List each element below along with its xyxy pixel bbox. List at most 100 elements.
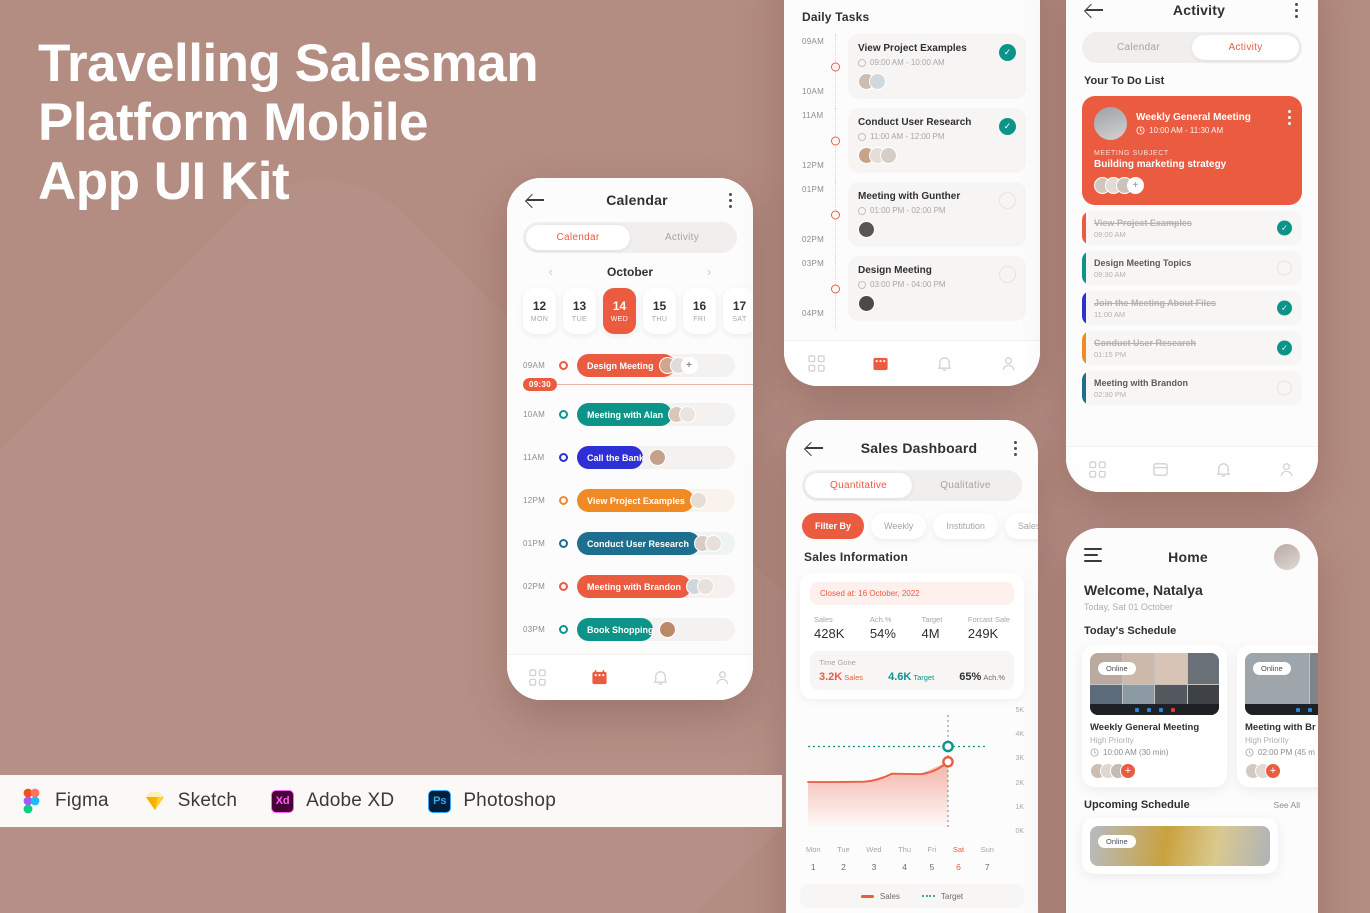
next-month-icon[interactable]: › xyxy=(707,264,711,279)
task-status-todo-icon[interactable] xyxy=(999,266,1016,283)
todo-status-done-icon[interactable]: ✓ xyxy=(1277,220,1292,236)
date-chip-selected[interactable]: 14 WED xyxy=(603,288,636,334)
agenda-row[interactable]: 10AM Meeting with Alan xyxy=(507,393,753,436)
x-tick: Wed 3 xyxy=(866,845,882,872)
task-row[interactable]: 01PM 02PM Meeting with Gunther 01:00 PM … xyxy=(798,182,1026,256)
more-icon[interactable] xyxy=(1294,2,1298,18)
todo-color-bar xyxy=(1082,251,1086,285)
task-card[interactable]: Design Meeting 03:00 PM - 04:00 PM xyxy=(848,256,1026,321)
todo-item[interactable]: View Project Examples 09:00 AM ✓ xyxy=(1082,211,1302,245)
todo-status-todo-icon[interactable] xyxy=(1277,380,1292,396)
tab-activity[interactable]: Activity xyxy=(630,225,734,250)
calendar-icon[interactable] xyxy=(872,355,889,372)
agenda-avatars xyxy=(689,492,707,509)
todo-item[interactable]: Join the Meeting About Files 11:00 AM ✓ xyxy=(1082,291,1302,325)
agenda-row[interactable]: 11AM Call the Bank xyxy=(507,436,753,479)
task-status-todo-icon[interactable] xyxy=(999,192,1016,209)
task-status-done-icon[interactable]: ✓ xyxy=(999,118,1016,135)
todo-item[interactable]: Meeting with Brandon 02:30 PM xyxy=(1082,371,1302,405)
bell-icon[interactable] xyxy=(652,669,669,686)
meeting-card[interactable]: Online Meeting with Br High Priority 02:… xyxy=(1237,645,1318,787)
schedule-cards[interactable]: Online Weekly General Meeting High Prior… xyxy=(1066,637,1318,787)
task-row[interactable]: 03PM 04PM Design Meeting 03:00 PM - 04:0… xyxy=(798,256,1026,330)
chip-sales[interactable]: Sales xyxy=(1004,513,1038,539)
more-icon[interactable] xyxy=(1014,440,1018,456)
task-card[interactable]: View Project Examples 09:00 AM - 10:00 A… xyxy=(848,34,1026,99)
see-all-link[interactable]: See All xyxy=(1274,800,1300,810)
task-meta: 11:00 AM - 12:00 PM xyxy=(858,132,1016,141)
chip-filter-by[interactable]: Filter By xyxy=(802,513,865,539)
agenda-pill[interactable]: View Project Examples xyxy=(577,489,707,512)
task-status-done-icon[interactable]: ✓ xyxy=(999,44,1016,61)
tab-qualitative[interactable]: Qualitative xyxy=(912,473,1019,498)
bell-icon[interactable] xyxy=(1215,461,1232,478)
upcoming-card[interactable]: Online xyxy=(1082,818,1278,874)
grid-icon[interactable] xyxy=(1089,461,1106,478)
date-chip[interactable]: 17 SAT xyxy=(723,288,753,334)
agenda-pill[interactable]: Meeting with Brandon xyxy=(577,575,714,598)
prev-month-icon[interactable]: ‹ xyxy=(549,264,553,279)
date-chip[interactable]: 13 TUE xyxy=(563,288,596,334)
avatar-add-icon[interactable]: + xyxy=(680,357,698,374)
person-icon[interactable] xyxy=(1000,355,1017,372)
agenda-pill[interactable]: Conduct User Research xyxy=(577,532,723,555)
more-icon[interactable] xyxy=(729,192,733,208)
task-row[interactable]: 09AM 10AM View Project Examples 09:00 AM… xyxy=(798,34,1026,108)
back-icon[interactable] xyxy=(806,441,824,455)
tg-suffix: Target xyxy=(913,673,935,682)
meeting-card[interactable]: Online Weekly General Meeting High Prior… xyxy=(1082,645,1227,787)
tab-calendar[interactable]: Calendar xyxy=(1085,35,1192,60)
hero-meeting-card[interactable]: Weekly General Meeting 10:00 AM - 11:30 … xyxy=(1082,96,1302,205)
todo-item[interactable]: Conduct User Research 01:15 PM ✓ xyxy=(1082,331,1302,365)
date-chip[interactable]: 16 FRI xyxy=(683,288,716,334)
agenda-row[interactable]: 02PM Meeting with Brandon xyxy=(507,565,753,608)
avatar-add-icon[interactable]: + xyxy=(1120,763,1136,779)
agenda-row[interactable]: 03PM Book Shopping xyxy=(507,608,753,651)
avatar-add-icon[interactable]: + xyxy=(1265,763,1281,779)
grid-icon[interactable] xyxy=(529,669,546,686)
date-strip[interactable]: 12 MON 13 TUE 14 WED 15 THU 16 FRI 17 SA… xyxy=(507,279,753,334)
person-icon[interactable] xyxy=(1278,461,1295,478)
todo-item[interactable]: Design Meeting Topics 09:30 AM xyxy=(1082,251,1302,285)
tool-label: Adobe XD xyxy=(306,790,395,811)
task-card[interactable]: Meeting with Gunther 01:00 PM - 02:00 PM xyxy=(848,182,1026,247)
menu-icon[interactable] xyxy=(1084,548,1102,565)
agenda-row[interactable]: 01PM Conduct User Research xyxy=(507,522,753,565)
date-chip[interactable]: 15 THU xyxy=(643,288,676,334)
tool-adobe-xd[interactable]: Xd Adobe XD xyxy=(271,788,394,814)
avatar-add-icon[interactable]: + xyxy=(1127,177,1144,194)
avatar[interactable] xyxy=(1273,544,1300,570)
back-icon[interactable] xyxy=(1086,3,1104,17)
calendar-icon[interactable] xyxy=(591,669,608,686)
todo-color-bar xyxy=(1082,331,1086,365)
grid-icon[interactable] xyxy=(807,355,825,372)
filter-chips[interactable]: Filter By Weekly Institution Sales C xyxy=(786,501,1038,539)
agenda-pill[interactable]: Meeting with Alan xyxy=(577,403,697,426)
hero-more-icon[interactable] xyxy=(1287,110,1291,125)
date-chip[interactable]: 12 MON xyxy=(523,288,556,334)
agenda-row[interactable]: 12PM View Project Examples xyxy=(507,479,753,522)
x-tick: Mon 1 xyxy=(806,845,821,872)
todo-status-todo-icon[interactable] xyxy=(1277,260,1292,276)
person-icon[interactable] xyxy=(714,669,731,686)
agenda-pill[interactable]: Book Shopping xyxy=(577,618,676,641)
agenda-pill[interactable]: Call the Bank xyxy=(577,446,667,469)
tool-figma[interactable]: Figma xyxy=(20,788,109,814)
tool-sketch[interactable]: Sketch xyxy=(143,788,237,814)
month-label: October xyxy=(606,264,653,279)
calendar-icon[interactable] xyxy=(1152,461,1169,478)
hero-subject: Building marketing strategy xyxy=(1094,159,1227,170)
tab-quantitative[interactable]: Quantitative xyxy=(805,473,912,498)
tab-activity[interactable]: Activity xyxy=(1192,35,1299,60)
agenda-label: Conduct User Research xyxy=(587,538,690,549)
agenda-pill[interactable]: Design Meeting + xyxy=(577,354,698,377)
chip-institution[interactable]: Institution xyxy=(933,513,998,539)
todo-status-done-icon[interactable]: ✓ xyxy=(1277,340,1292,356)
task-row[interactable]: 11AM 12PM Conduct User Research 11:00 AM… xyxy=(798,108,1026,182)
tool-photoshop[interactable]: Ps Photoshop xyxy=(428,788,556,814)
todo-status-done-icon[interactable]: ✓ xyxy=(1277,300,1292,316)
bell-icon[interactable] xyxy=(936,355,953,372)
chip-weekly[interactable]: Weekly xyxy=(871,513,927,539)
tab-calendar[interactable]: Calendar xyxy=(526,225,630,250)
task-card[interactable]: Conduct User Research 11:00 AM - 12:00 P… xyxy=(848,108,1026,173)
